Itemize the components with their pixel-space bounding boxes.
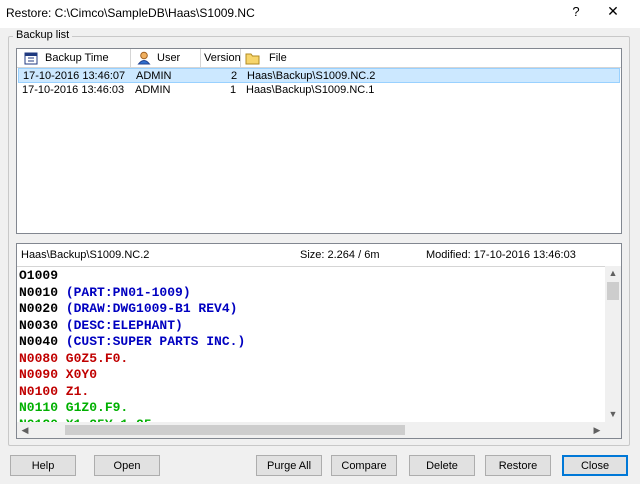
backup-row-2[interactable]: 17-10-2016 13:46:03 ADMIN 1 Haas\Backup\… — [18, 83, 620, 98]
restore-button[interactable]: Restore — [485, 455, 551, 476]
file-preview[interactable]: Haas\Backup\S1009.NC.2 Size: 2.264 / 6m … — [16, 243, 622, 439]
row-1-version: 2 — [231, 70, 238, 82]
code-line: N0090 X0Y0 — [19, 367, 98, 382]
row-2-version: 1 — [230, 84, 237, 96]
scroll-right-icon[interactable]: ▶ — [589, 425, 605, 436]
backup-row-1[interactable]: 17-10-2016 13:46:07 ADMIN 2 Haas\Backup\… — [18, 68, 620, 83]
code-comment: (CUST:SUPER PARTS INC.) — [65, 334, 246, 349]
close-button[interactable]: Close — [562, 455, 628, 476]
code-line: N0020 (DRAW:DWG1009-B1 REV4) — [19, 301, 238, 316]
open-button[interactable]: Open — [94, 455, 160, 476]
scroll-up-icon[interactable]: ▲ — [605, 268, 621, 278]
row-1-file: Haas\Backup\S1009.NC.2 — [247, 70, 376, 82]
calendar-icon — [24, 52, 38, 65]
row-2-time: 17-10-2016 13:46:03 — [22, 84, 125, 96]
column-version[interactable]: Version — [201, 49, 241, 67]
code-comment: (DRAW:DWG1009-B1 REV4) — [65, 301, 238, 316]
scroll-down-icon[interactable]: ▼ — [605, 409, 621, 419]
compare-button[interactable]: Compare — [331, 455, 397, 476]
column-backup-time[interactable]: Backup Time — [17, 49, 131, 67]
preview-header: Haas\Backup\S1009.NC.2 Size: 2.264 / 6m … — [17, 244, 621, 267]
column-file[interactable]: File — [241, 49, 621, 67]
close-icon[interactable]: ✕ — [604, 3, 622, 20]
help-icon[interactable]: ? — [568, 4, 584, 19]
row-1-user: ADMIN — [136, 70, 172, 82]
row-2-user: ADMIN — [135, 84, 171, 96]
scroll-left-icon[interactable]: ◀ — [17, 425, 33, 436]
preview-file-name: Haas\Backup\S1009.NC.2 — [21, 249, 150, 261]
column-user[interactable]: User — [131, 49, 201, 67]
user-icon — [137, 51, 151, 65]
scroll-corner — [605, 422, 621, 438]
window-title: Restore: C:\Cimco\SampleDB\Haas\S1009.NC — [6, 6, 255, 20]
preview-modified: Modified: 17-10-2016 13:46:03 — [426, 249, 576, 261]
column-user-label: User — [157, 52, 181, 64]
code-line: O1009 — [19, 268, 59, 283]
backup-list[interactable]: Backup Time User Version File 17-10-2016… — [16, 48, 622, 234]
column-file-label: File — [269, 52, 287, 64]
code-line: N0080 G0Z5.F0. — [19, 350, 129, 366]
row-2-file: Haas\Backup\S1009.NC.1 — [246, 84, 375, 96]
list-header: Backup Time User Version File — [17, 49, 621, 68]
horizontal-scrollbar[interactable]: ◀ ▶ — [17, 422, 605, 438]
column-backup-time-label: Backup Time — [45, 52, 109, 64]
folder-icon — [245, 53, 260, 65]
purge-all-button[interactable]: Purge All — [256, 455, 322, 476]
column-version-label: Version — [204, 52, 241, 64]
help-button[interactable]: Help — [10, 455, 76, 476]
code-line: N0030 (DESC:ELEPHANT) — [19, 317, 183, 333]
vertical-scroll-thumb[interactable] — [607, 282, 619, 300]
preview-size: Size: 2.264 / 6m — [300, 249, 380, 261]
nc-code-view[interactable]: O1009 N0010 (PART:PN01-1009) N0020 (DRAW:D… — [19, 268, 603, 424]
backup-list-label: Backup list — [13, 29, 73, 41]
title-bar: Restore: C:\Cimco\SampleDB\Haas\S1009.NC… — [0, 0, 640, 28]
vertical-scrollbar[interactable]: ▲ ▼ — [605, 266, 621, 422]
code-line: N0040 (CUST:SUPER PARTS INC.) — [19, 334, 246, 349]
delete-button[interactable]: Delete — [409, 455, 475, 476]
code-line: N0010 (PART:PN01-1009) — [19, 284, 191, 300]
code-comment: (DESC:ELEPHANT) — [65, 317, 183, 333]
code-comment: (PART:PN01-1009) — [65, 284, 191, 300]
code-line: N0100 Z1. — [19, 383, 90, 399]
code-line: N0110 G1Z0.F9. — [19, 400, 129, 415]
horizontal-scroll-thumb[interactable] — [65, 425, 405, 435]
row-1-time: 17-10-2016 13:46:07 — [23, 70, 126, 82]
